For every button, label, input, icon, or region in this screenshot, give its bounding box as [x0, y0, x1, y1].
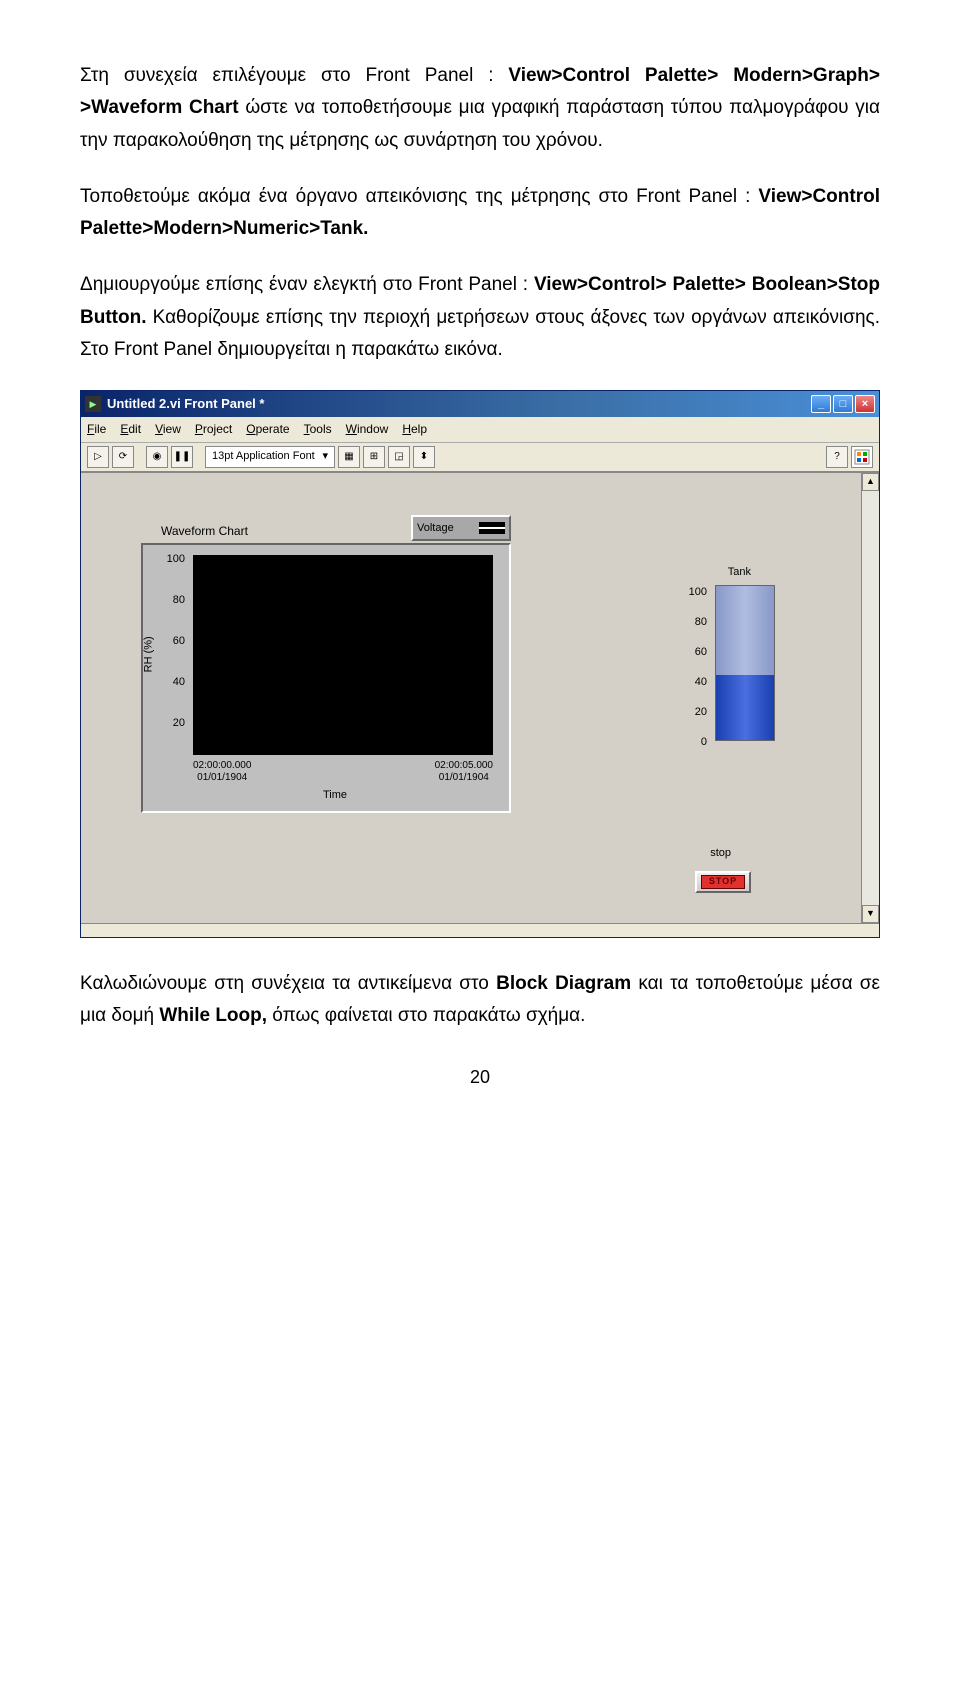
page-number: 20 [80, 1062, 880, 1093]
legend-text: Voltage [417, 519, 454, 538]
font-selector[interactable]: 13pt Application Font▾ [205, 446, 335, 468]
menu-window[interactable]: Window [346, 419, 389, 439]
toolbar: ▷ ⟳ ◉ ❚❚ 13pt Application Font▾ ▦ ⊞ ◲ ⬍ … [81, 443, 879, 473]
p3-text-c: Καθορίζουμε επίσης την περιοχή μετρήσεων… [80, 307, 880, 360]
paragraph-4: Καλωδιώνουμε στη συνέχεια τα αντικείμενα… [80, 968, 880, 1033]
menu-edit[interactable]: Edit [120, 419, 141, 439]
close-button[interactable]: × [855, 395, 875, 413]
menu-project[interactable]: Project [195, 419, 232, 439]
resize-button[interactable]: ◲ [388, 446, 410, 468]
menu-file[interactable]: File [87, 419, 106, 439]
menu-tools[interactable]: Tools [304, 419, 332, 439]
stop-button[interactable]: STOP [695, 871, 751, 893]
paragraph-1: Στη συνεχεία επιλέγουμε στο Front Panel … [80, 60, 880, 157]
vertical-scrollbar[interactable]: ▲ ▼ [861, 473, 879, 923]
chart-legend[interactable]: Voltage [411, 515, 511, 542]
minimize-button[interactable]: _ [811, 395, 831, 413]
reorder-button[interactable]: ⬍ [413, 446, 435, 468]
pause-button[interactable]: ❚❚ [171, 446, 193, 468]
tank-label: Tank [728, 563, 751, 582]
tank-indicator[interactable]: 100 80 60 40 20 0 [681, 583, 791, 763]
run-button[interactable]: ▷ [87, 446, 109, 468]
tank-ticks: 100 80 60 40 20 0 [681, 583, 707, 763]
align-button[interactable]: ▦ [338, 446, 360, 468]
status-bar [81, 923, 879, 937]
front-panel-canvas: Waveform Chart Voltage 100 80 60 40 20 0… [81, 473, 879, 923]
waveform-chart[interactable]: 100 80 60 40 20 02:00:00.00001/01/1904 0… [141, 543, 511, 813]
help-button[interactable]: ? [826, 446, 848, 468]
legend-swatch-icon [479, 522, 505, 534]
labview-window: ▶ Untitled 2.vi Front Panel * _ □ × File… [80, 390, 880, 937]
menu-bar: File Edit View Project Operate Tools Win… [81, 417, 879, 442]
abort-button[interactable]: ◉ [146, 446, 168, 468]
p3-text-a: Δημιουργούμε επίσης έναν ελεγκτή στο Fro… [80, 274, 534, 295]
chart-x-label: Time [323, 786, 347, 805]
p4-text-e: όπως φαίνεται στο παρακάτω σχήμα. [267, 1005, 585, 1026]
tank-body [715, 585, 775, 741]
chart-x-ticks: 02:00:00.00001/01/1904 02:00:05.00001/01… [193, 760, 493, 784]
distribute-button[interactable]: ⊞ [363, 446, 385, 468]
scroll-track[interactable] [862, 491, 879, 905]
chart-y-label: RH (%) [140, 636, 159, 672]
window-titlebar: ▶ Untitled 2.vi Front Panel * _ □ × [81, 391, 879, 417]
waveform-chart-label: Waveform Chart [161, 521, 248, 541]
scroll-up-icon[interactable]: ▲ [862, 473, 879, 491]
window-title: Untitled 2.vi Front Panel * [107, 393, 811, 415]
menu-view[interactable]: View [155, 419, 181, 439]
menu-help[interactable]: Help [402, 419, 427, 439]
stop-button-text: STOP [701, 875, 745, 889]
tank-fill [716, 675, 774, 740]
p4-text-a: Καλωδιώνουμε στη συνέχεια τα αντικείμενα… [80, 973, 496, 994]
vi-icon[interactable] [851, 446, 873, 468]
run-continuous-button[interactable]: ⟳ [112, 446, 134, 468]
p2-text-a: Τοποθετούμε ακόμα ένα όργανο απεικόνισης… [80, 186, 758, 207]
menu-operate[interactable]: Operate [246, 419, 289, 439]
paragraph-2: Τοποθετούμε ακόμα ένα όργανο απεικόνισης… [80, 181, 880, 246]
labview-icon: ▶ [85, 396, 101, 412]
p4-bold-d: While Loop, [159, 1005, 267, 1026]
p4-bold-b: Block Diagram [496, 973, 631, 994]
chart-plot-area [193, 555, 493, 755]
stop-label: stop [710, 844, 731, 863]
maximize-button[interactable]: □ [833, 395, 853, 413]
p1-text-a: Στη συνεχεία επιλέγουμε στο Front Panel … [80, 65, 508, 86]
scroll-down-icon[interactable]: ▼ [862, 905, 879, 923]
paragraph-3: Δημιουργούμε επίσης έναν ελεγκτή στο Fro… [80, 269, 880, 366]
window-buttons: _ □ × [811, 395, 875, 413]
